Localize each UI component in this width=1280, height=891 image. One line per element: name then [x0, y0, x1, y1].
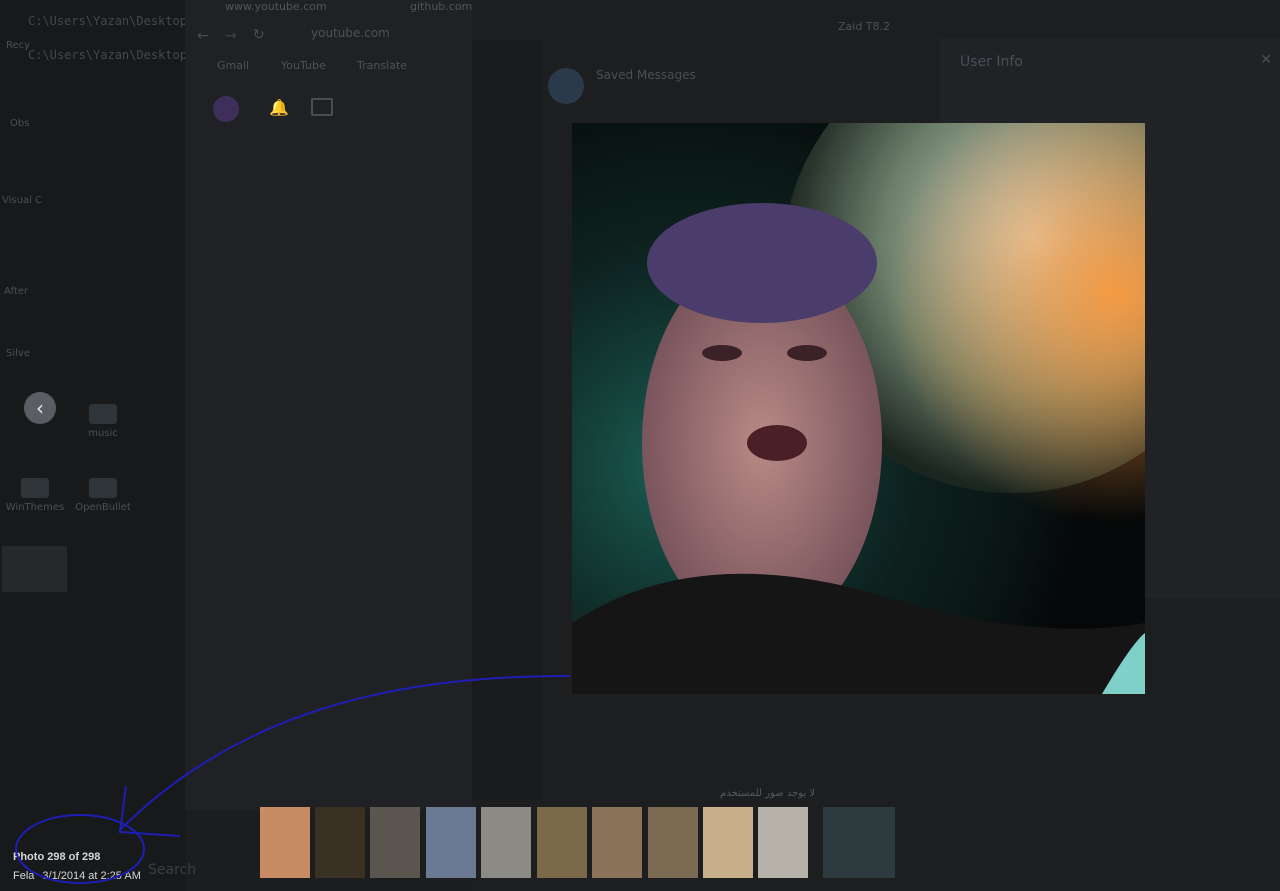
thumbnail-image: [648, 807, 698, 878]
folder-winthemes[interactable]: WinThemes: [0, 478, 70, 513]
previous-photo-button[interactable]: ‹: [24, 392, 56, 424]
desktop-icon-label[interactable]: Recy: [6, 40, 46, 51]
photo-date: 3/1/2014 at 2:25 AM: [42, 870, 141, 882]
thumbnail[interactable]: [703, 807, 753, 878]
photo-counter: Photo 298 of 298: [13, 851, 101, 863]
selected-folder[interactable]: [2, 546, 67, 592]
search-input[interactable]: Search: [148, 862, 196, 878]
browser-tab[interactable]: www.youtube.com: [225, 0, 327, 14]
thumbnail-current[interactable]: [823, 807, 895, 878]
caption-hint: لا يوجد صور للمستخدم: [720, 788, 816, 799]
photo-image: [572, 123, 1145, 694]
folder-label: music: [88, 428, 118, 439]
create-video-icon[interactable]: [311, 98, 333, 116]
photo-meta: Fela 3/1/2014 at 2:25 AM: [13, 870, 141, 882]
back-arrow-icon[interactable]: ←: [197, 28, 209, 44]
thumbnail[interactable]: [260, 807, 310, 878]
bookmark-translate[interactable]: Translate: [357, 59, 407, 72]
desktop-icon-label[interactable]: Obs: [10, 118, 50, 129]
folder-label: OpenBullet: [75, 502, 131, 513]
forward-arrow-icon[interactable]: →: [225, 28, 237, 44]
thumbnail[interactable]: [426, 807, 476, 878]
folder-icon: [21, 478, 49, 498]
avatar[interactable]: [213, 96, 239, 122]
thumbnail[interactable]: [758, 807, 808, 878]
thumbnail-image: [370, 807, 420, 878]
thumbnail[interactable]: [592, 807, 642, 878]
thumbnail[interactable]: [481, 807, 531, 878]
thumbnail-image: [758, 807, 808, 878]
folder-music[interactable]: music: [68, 404, 138, 439]
thumbnail-image: [703, 807, 753, 878]
thumbnail[interactable]: [370, 807, 420, 878]
bell-icon[interactable]: 🔔: [269, 98, 289, 117]
url-bar[interactable]: youtube.com: [311, 26, 491, 44]
thumbnail-image: [592, 807, 642, 878]
desktop-icon-label[interactable]: Visual C: [2, 195, 42, 206]
thumbnail-image: [481, 807, 531, 878]
thumbnail[interactable]: [315, 807, 365, 878]
chat-title[interactable]: Saved Messages: [596, 68, 696, 82]
desktop-icon-label[interactable]: After: [4, 286, 44, 297]
thumbnail[interactable]: [648, 807, 698, 878]
thumbnail-image: [426, 807, 476, 878]
browser-window: www.youtube.com github.com ← → ↻ youtube…: [185, 0, 472, 810]
contact-name: Zaid T8.2: [838, 20, 891, 33]
reload-icon[interactable]: ↻: [253, 27, 265, 43]
browser-tab[interactable]: github.com: [410, 0, 472, 14]
telegram-folder-sidebar: [472, 40, 542, 800]
chevron-left-icon: ‹: [36, 396, 44, 420]
terminal-line: C:\Users\Yazan\Desktop: [28, 48, 187, 62]
desktop-icon-label[interactable]: Silve: [6, 348, 46, 359]
folder-openbullet[interactable]: OpenBullet: [68, 478, 138, 513]
thumbnail-image: [260, 807, 310, 878]
thumbnail-image: [537, 807, 587, 878]
folder-icon: [89, 478, 117, 498]
terminal-window: C:\Users\Yazan\Desktop C:\Users\Yazan\De…: [0, 0, 187, 891]
close-icon[interactable]: ✕: [1260, 52, 1272, 68]
main-photo: [572, 123, 1145, 694]
bookmark-youtube[interactable]: YouTube: [281, 59, 326, 72]
thumbnail[interactable]: [537, 807, 587, 878]
folder-icon: [89, 404, 117, 424]
user-info-title: User Info: [960, 54, 1023, 70]
thumbnail-image: [823, 807, 895, 878]
terminal-line: C:\Users\Yazan\Desktop: [28, 14, 187, 28]
folder-label: WinThemes: [5, 502, 65, 513]
bookmark-gmail[interactable]: Gmail: [217, 59, 249, 72]
saved-messages-avatar[interactable]: [548, 68, 584, 104]
thumbnail-image: [315, 807, 365, 878]
photo-author[interactable]: Fela: [13, 870, 34, 882]
